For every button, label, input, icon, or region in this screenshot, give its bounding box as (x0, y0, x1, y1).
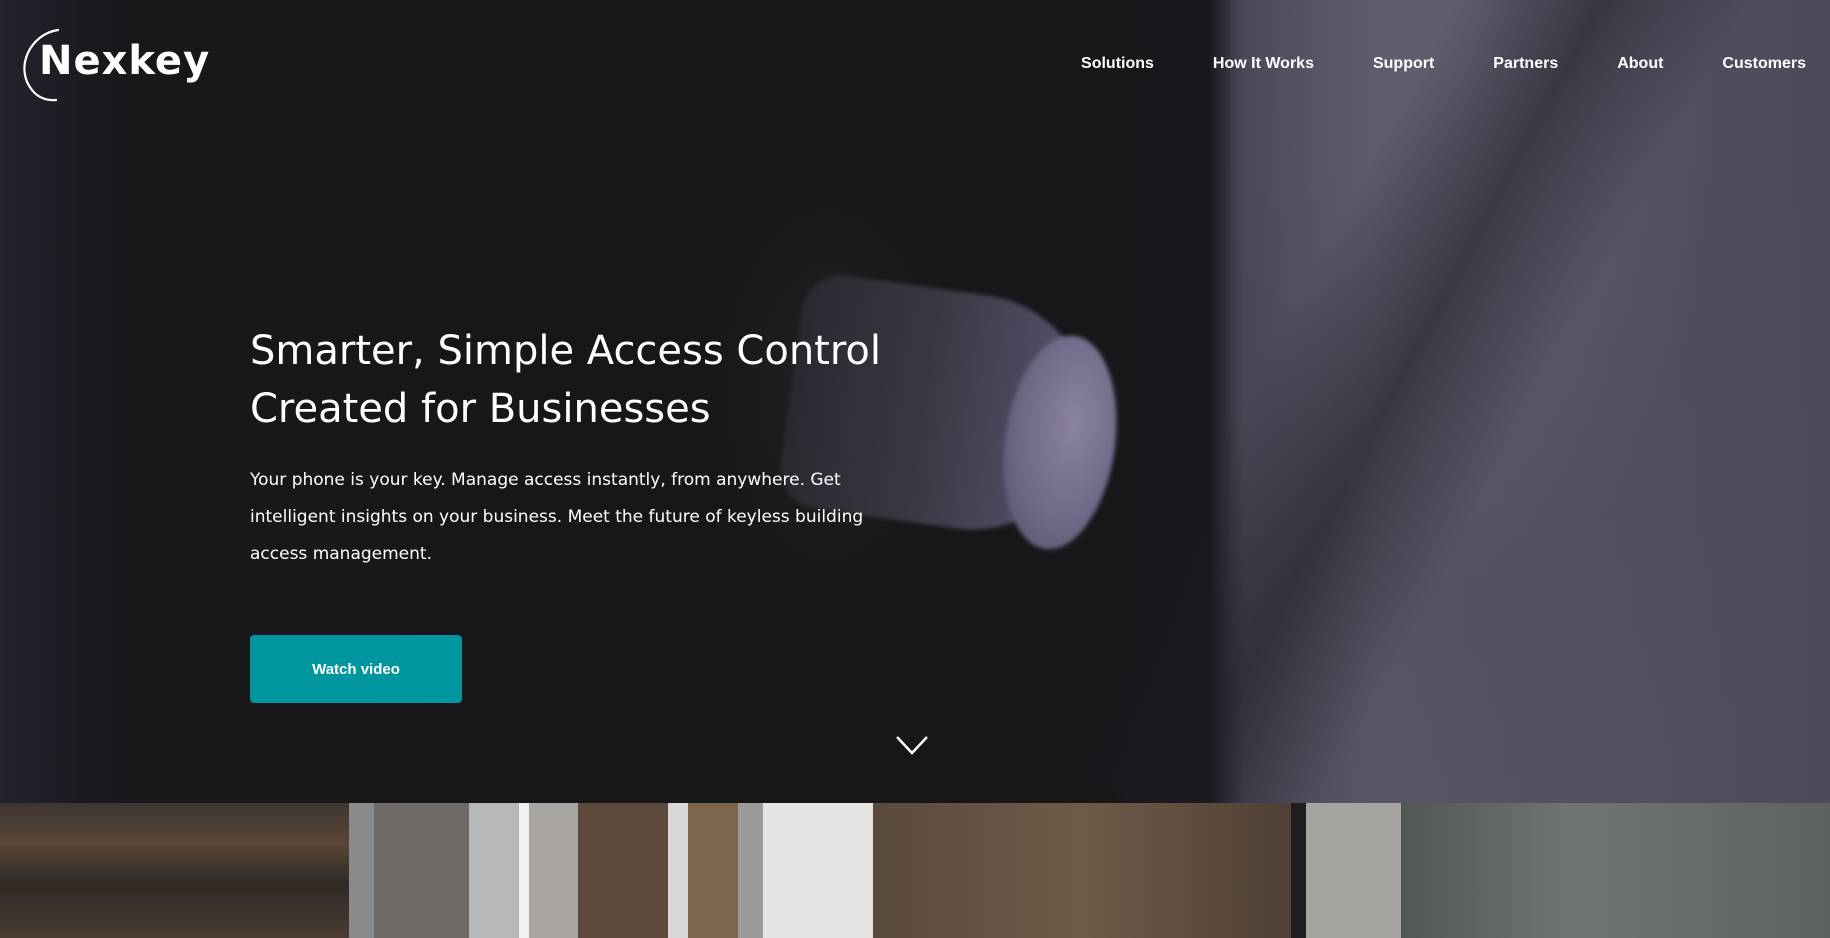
hero-headline-line1: Smarter, Simple Access Control (250, 328, 882, 374)
nav-about[interactable]: About (1617, 55, 1663, 73)
image-segment (1291, 803, 1307, 938)
nav-solutions[interactable]: Solutions (1081, 55, 1154, 73)
nav-partners[interactable]: Partners (1493, 55, 1558, 73)
nav-how-it-works[interactable]: How It Works (1213, 55, 1314, 73)
image-segment (737, 803, 763, 938)
nexkey-logo[interactable]: Nexkey (18, 28, 209, 103)
logo-wordmark: Nexkey (39, 38, 211, 84)
watch-video-button[interactable]: Watch video (250, 635, 462, 703)
image-segment (1401, 803, 1830, 938)
chevron-down-icon[interactable] (895, 733, 929, 757)
image-segment (373, 803, 469, 938)
image-segment (668, 803, 689, 938)
image-segment (872, 803, 1292, 938)
image-segment (578, 803, 669, 938)
nav-links: Solutions How It Works Support Partners … (1022, 55, 1806, 73)
top-navigation: Nexkey Solutions How It Works Support Pa… (0, 0, 1830, 130)
hero-description: Your phone is your key. Manage access in… (250, 470, 864, 564)
image-segment (688, 803, 738, 938)
image-segment (1306, 803, 1402, 938)
image-segment (528, 803, 579, 938)
hero-headline-line2: Created for Businesses (250, 386, 711, 432)
image-segment (518, 803, 529, 938)
next-section-image (0, 803, 1830, 938)
image-segment (0, 803, 350, 938)
nav-support[interactable]: Support (1373, 55, 1434, 73)
nav-customers[interactable]: Customers (1722, 55, 1806, 73)
image-segment (762, 803, 873, 938)
hero-headline: Smarter, Simple Access Control Created f… (250, 322, 950, 438)
image-segment (468, 803, 519, 938)
hero-section: Nexkey Solutions How It Works Support Pa… (0, 0, 1830, 803)
image-segment (349, 803, 374, 938)
